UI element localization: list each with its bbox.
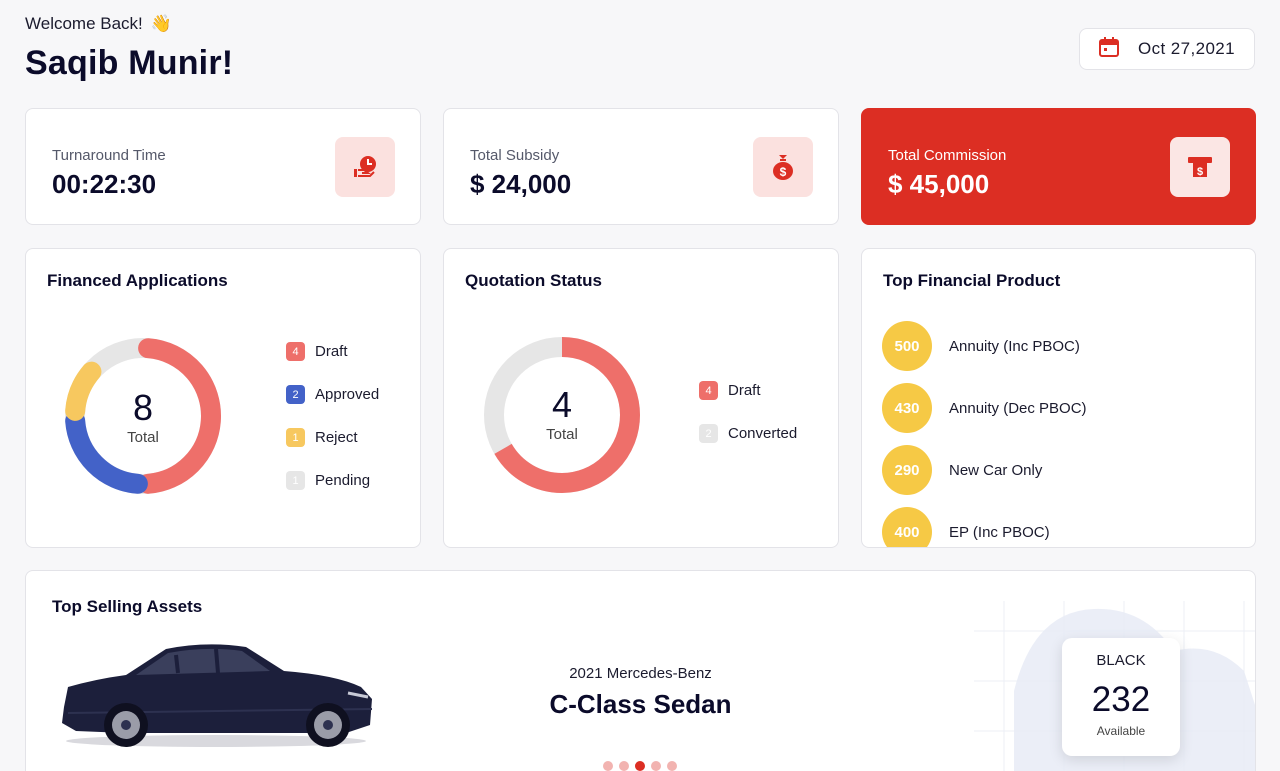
- stock-count: 232: [1091, 680, 1151, 719]
- product-label: New Car Only: [949, 461, 1043, 479]
- product-count: 430: [882, 383, 932, 433]
- kpi-card-commission: Total Commission $ 45,000 $: [861, 108, 1256, 225]
- carousel-dot[interactable]: [651, 761, 661, 771]
- kpi-value: $ 45,000: [888, 169, 990, 199]
- donut-total-label: Total: [546, 426, 578, 443]
- legend-badge: 4: [699, 381, 718, 400]
- carousel-dot[interactable]: [603, 761, 613, 771]
- kpi-value: 00:22:30: [52, 169, 157, 199]
- svg-text:$: $: [780, 165, 787, 179]
- donut-center: 4 Total: [481, 384, 643, 443]
- stock-color: BLACK: [1096, 652, 1146, 669]
- quotation-status-card: Quotation Status 4 Total 4 Draft 2 Conve…: [443, 248, 839, 548]
- legend-item-reject: 1 Reject: [286, 416, 379, 459]
- financed-donut-chart: 8 Total: [62, 335, 224, 497]
- donut-total: 4: [551, 384, 573, 425]
- legend-badge: 2: [286, 385, 305, 404]
- stock-availability-card: BLACK 232 Available: [1062, 638, 1180, 756]
- product-count: 500: [882, 321, 932, 371]
- card-title: Top Selling Assets: [52, 597, 203, 616]
- legend-item-draft: 4 Draft: [699, 369, 797, 412]
- legend-item-converted: 2 Converted: [699, 412, 797, 455]
- legend-item-pending: 1 Pending: [286, 459, 379, 502]
- clock-hand-icon: [335, 137, 395, 197]
- legend-label: Pending: [315, 472, 371, 489]
- card-title: Quotation Status: [465, 271, 602, 290]
- legend-badge: 1: [286, 471, 305, 490]
- money-bag-icon: $: [753, 137, 813, 197]
- kpi-label: Turnaround Time: [52, 147, 166, 164]
- carousel-dot[interactable]: [619, 761, 629, 771]
- kpi-label: Total Subsidy: [470, 147, 560, 164]
- legend-badge: 2: [699, 424, 718, 443]
- svg-text:$: $: [1197, 166, 1203, 178]
- top-financial-product-card: Top Financial Product 500 Annuity (Inc P…: [861, 248, 1256, 548]
- carousel-dot[interactable]: [667, 761, 677, 771]
- legend-label: Draft: [728, 382, 761, 399]
- financed-applications-card: Financed Applications 8 Total 4 Draft 2 …: [25, 248, 421, 548]
- welcome-text: Welcome Back! 👋: [25, 14, 172, 34]
- donut-total-label: Total: [127, 429, 159, 446]
- top-selling-assets-card: Top Selling Assets 2021 Mercedes-Benz C-…: [25, 570, 1256, 771]
- donut-center: 8 Total: [62, 387, 224, 446]
- product-label: Annuity (Inc PBOC): [949, 337, 1080, 355]
- quotation-legend: 4 Draft 2 Converted: [699, 369, 797, 455]
- carousel-dot-active[interactable]: [635, 761, 645, 771]
- card-title: Top Financial Product: [883, 271, 1061, 290]
- legend-badge: 1: [286, 428, 305, 447]
- legend-label: Approved: [315, 386, 380, 403]
- stock-label: Available: [1096, 724, 1146, 738]
- product-label: Annuity (Dec PBOC): [949, 399, 1087, 417]
- legend-label: Draft: [315, 343, 348, 360]
- list-item: 500 Annuity (Inc PBOC): [882, 315, 1087, 377]
- donut-total: 8: [132, 387, 154, 428]
- wave-icon: 👋: [150, 14, 172, 33]
- legend-item-approved: 2 Approved: [286, 373, 379, 416]
- user-name: Saqib Munir!: [25, 44, 234, 82]
- list-item: 400 EP (Inc PBOC): [882, 501, 1087, 547]
- product-label: EP (Inc PBOC): [949, 523, 1050, 541]
- legend-item-draft: 4 Draft: [286, 330, 379, 373]
- product-list: 500 Annuity (Inc PBOC) 430 Annuity (Dec …: [882, 315, 1087, 547]
- product-count: 400: [882, 507, 932, 547]
- card-title: Financed Applications: [47, 271, 228, 290]
- product-count: 290: [882, 445, 932, 495]
- date-picker-button[interactable]: Oct 27,2021: [1079, 28, 1255, 70]
- legend-label: Converted: [728, 425, 798, 442]
- legend-label: Reject: [315, 429, 358, 446]
- kpi-card-turnaround: Turnaround Time 00:22:30: [25, 108, 421, 225]
- date-text: Oct 27,2021: [1138, 39, 1236, 58]
- kpi-value: $ 24,000: [470, 169, 572, 199]
- welcome-label: Welcome Back!: [25, 14, 143, 33]
- calendar-icon: [1098, 36, 1120, 63]
- kpi-label: Total Commission: [888, 147, 1007, 164]
- list-item: 290 New Car Only: [882, 439, 1087, 501]
- kpi-card-subsidy: Total Subsidy $ 24,000 $: [443, 108, 839, 225]
- quotation-donut-chart: 4 Total: [481, 334, 643, 496]
- financed-legend: 4 Draft 2 Approved 1 Reject 1 Pending: [286, 330, 379, 502]
- list-item: 430 Annuity (Dec PBOC): [882, 377, 1087, 439]
- legend-badge: 4: [286, 342, 305, 361]
- carousel-dots: [603, 761, 677, 771]
- cash-dispense-icon: $: [1170, 137, 1230, 197]
